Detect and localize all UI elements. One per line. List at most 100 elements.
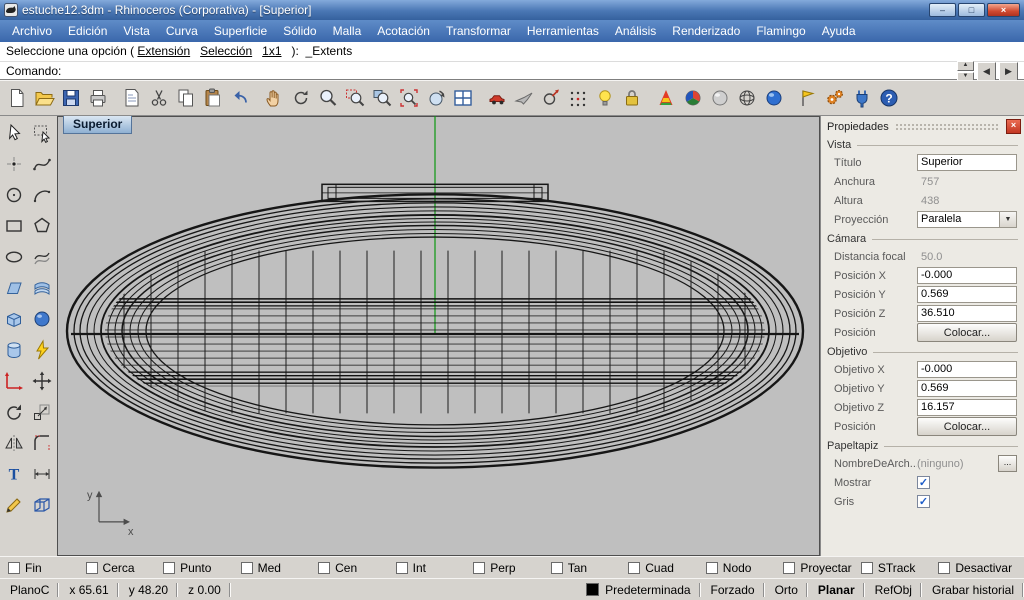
viewport-layout-icon[interactable]: [449, 85, 476, 112]
pencil-tool-icon[interactable]: [1, 491, 28, 519]
pan-icon[interactable]: [260, 85, 287, 112]
polygon-tool-icon[interactable]: [29, 212, 56, 240]
close-button[interactable]: ×: [987, 3, 1020, 17]
history-forward-icon[interactable]: ▶: [999, 62, 1018, 81]
page-setup-icon[interactable]: [118, 85, 145, 112]
menu-solido[interactable]: Sólido: [275, 21, 324, 41]
flag-icon[interactable]: [794, 85, 821, 112]
osnap-nodo[interactable]: Nodo: [706, 561, 784, 575]
objetivo-z-field[interactable]: 16.157: [917, 399, 1017, 416]
zoom-dynamic-icon[interactable]: [314, 85, 341, 112]
point-tool-icon[interactable]: [1, 150, 28, 178]
sphere-tool-icon[interactable]: [29, 305, 56, 333]
copy-icon[interactable]: [172, 85, 199, 112]
menu-acotacion[interactable]: Acotación: [369, 21, 438, 41]
punto-checkbox[interactable]: [163, 562, 175, 574]
osnap-toggle-icon[interactable]: [537, 85, 564, 112]
loft-tool-icon[interactable]: [29, 274, 56, 302]
shaded-view-icon[interactable]: [760, 85, 787, 112]
mode-planar[interactable]: Planar: [808, 582, 865, 598]
colocar-objetivo-button[interactable]: Colocar...: [917, 417, 1017, 436]
select-window-tool-icon[interactable]: [29, 119, 56, 147]
cylinder-tool-icon[interactable]: [1, 336, 28, 364]
wire-cube-tool-icon[interactable]: [29, 491, 56, 519]
rotate-tool-icon[interactable]: [1, 398, 28, 426]
osnap-strack[interactable]: STrack: [861, 561, 939, 575]
osnap-proyectar[interactable]: Proyectar: [783, 561, 861, 575]
help-icon[interactable]: ?: [875, 85, 902, 112]
menu-flamingo[interactable]: Flamingo: [748, 21, 813, 41]
scale-tool-icon[interactable]: [29, 398, 56, 426]
command-option-1x1[interactable]: 1x1: [262, 44, 281, 58]
options-icon[interactable]: [821, 85, 848, 112]
posicion-y-field[interactable]: 0.569: [917, 286, 1017, 303]
dimension-tool-icon[interactable]: [29, 460, 56, 488]
viewport-title-tab[interactable]: Superior: [63, 116, 132, 134]
point-edit-icon[interactable]: [564, 85, 591, 112]
menu-edicion[interactable]: Edición: [60, 21, 115, 41]
cut-icon[interactable]: [145, 85, 172, 112]
tan-checkbox[interactable]: [551, 562, 563, 574]
strack-checkbox[interactable]: [861, 562, 873, 574]
ellipse-tool-icon[interactable]: [1, 243, 28, 271]
rotate-view-icon[interactable]: [422, 85, 449, 112]
lock-icon[interactable]: [618, 85, 645, 112]
open-icon[interactable]: [30, 85, 57, 112]
cplane-tool-icon[interactable]: [1, 367, 28, 395]
med-checkbox[interactable]: [241, 562, 253, 574]
properties-header[interactable]: Propiedades ×: [821, 116, 1024, 135]
plugins-icon[interactable]: [848, 85, 875, 112]
menu-archivo[interactable]: Archivo: [4, 21, 60, 41]
wireframe-globe-icon[interactable]: [733, 85, 760, 112]
panel-close-icon[interactable]: ×: [1006, 119, 1021, 134]
menu-vista[interactable]: Vista: [115, 21, 157, 41]
panel-grip[interactable]: [895, 123, 1000, 131]
named-views-icon[interactable]: [483, 85, 510, 112]
osnap-desactivar[interactable]: Desactivar: [938, 561, 1016, 575]
viewport-superior[interactable]: Superior: [57, 116, 820, 556]
fillet-tool-icon[interactable]: [29, 429, 56, 457]
int-checkbox[interactable]: [396, 562, 408, 574]
osnap-fin[interactable]: Fin: [8, 561, 86, 575]
extrude-tool-icon[interactable]: [29, 336, 56, 364]
wireframe-model[interactable]: y x: [57, 116, 820, 556]
menu-curva[interactable]: Curva: [158, 21, 206, 41]
menu-herramientas[interactable]: Herramientas: [519, 21, 607, 41]
curve-tool-icon[interactable]: [29, 150, 56, 178]
zoom-window-icon[interactable]: [341, 85, 368, 112]
undo-icon[interactable]: [226, 85, 253, 112]
print-icon[interactable]: [84, 85, 111, 112]
move-tool-icon[interactable]: [29, 367, 56, 395]
menu-ayuda[interactable]: Ayuda: [814, 21, 864, 41]
mode-forzado[interactable]: Forzado: [701, 582, 765, 598]
select-tool-icon[interactable]: [1, 119, 28, 147]
new-icon[interactable]: [3, 85, 30, 112]
titulo-field[interactable]: Superior: [917, 154, 1017, 171]
menu-renderizado[interactable]: Renderizado: [664, 21, 748, 41]
menu-superficie[interactable]: Superficie: [206, 21, 275, 41]
objetivo-x-field[interactable]: -0.000: [917, 361, 1017, 378]
surface-tool-icon[interactable]: [1, 274, 28, 302]
osnap-tan[interactable]: Tan: [551, 561, 629, 575]
render-icon[interactable]: [652, 85, 679, 112]
mode-refobj[interactable]: RefObj: [865, 582, 922, 598]
menu-transformar[interactable]: Transformar: [438, 21, 519, 41]
zoom-extents-icon[interactable]: [395, 85, 422, 112]
title-bar[interactable]: estuche12.3dm - Rhinoceros (Corporativa)…: [0, 0, 1024, 20]
menu-analisis[interactable]: Análisis: [607, 21, 664, 41]
cplane-pane[interactable]: PlanoC: [0, 582, 59, 598]
osnap-cerca[interactable]: Cerca: [86, 561, 164, 575]
layer-pane[interactable]: Predeterminada: [576, 582, 700, 598]
menu-malla[interactable]: Malla: [325, 21, 370, 41]
paste-icon[interactable]: [199, 85, 226, 112]
nodo-checkbox[interactable]: [706, 562, 718, 574]
posicion-x-field[interactable]: -0.000: [917, 267, 1017, 284]
maximize-button[interactable]: □: [958, 3, 985, 17]
offset-tool-icon[interactable]: [29, 243, 56, 271]
fin-checkbox[interactable]: [8, 562, 20, 574]
cuad-checkbox[interactable]: [628, 562, 640, 574]
box-tool-icon[interactable]: [1, 305, 28, 333]
save-icon[interactable]: [57, 85, 84, 112]
lights-icon[interactable]: [591, 85, 618, 112]
display-mode-icon[interactable]: [510, 85, 537, 112]
